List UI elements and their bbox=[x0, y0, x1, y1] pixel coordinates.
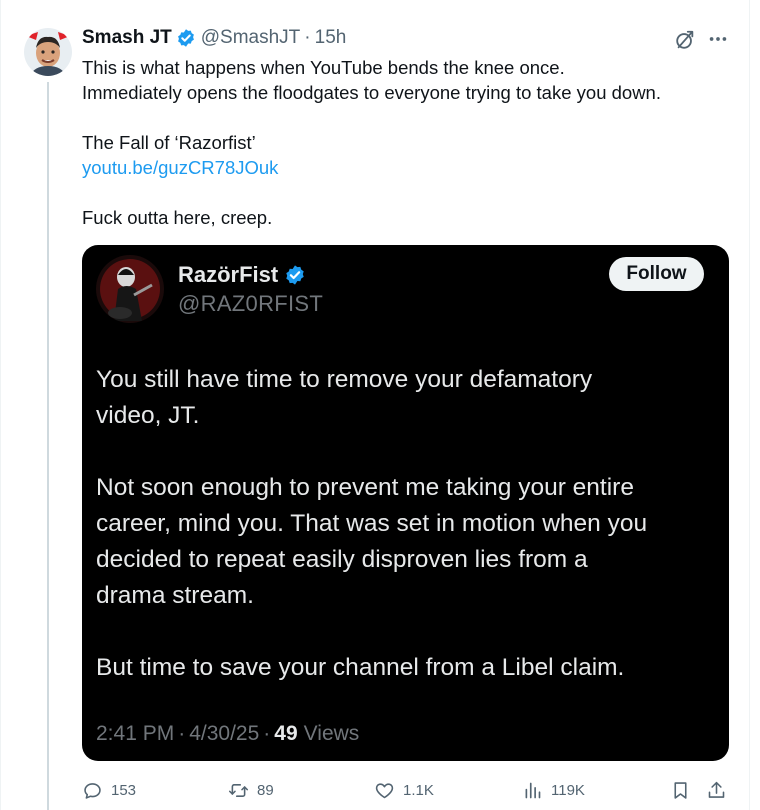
grok-icon[interactable] bbox=[674, 29, 696, 51]
reply-count: 153 bbox=[111, 781, 137, 799]
views-count: 119K bbox=[551, 781, 585, 799]
quoted-body: You still have time to remove your defam… bbox=[96, 362, 716, 686]
quoted-meta: 2:41 PM · 4/30/25 · 49 Views bbox=[96, 722, 359, 746]
tweet-link[interactable]: youtu.be/guzCR78JOuk bbox=[82, 155, 732, 180]
views-button[interactable]: 119K bbox=[522, 778, 585, 802]
quoted-line: You still have time to remove your defam… bbox=[96, 366, 593, 393]
tweet-line: This is what happens when YouTube bends … bbox=[82, 57, 565, 78]
more-icon[interactable] bbox=[707, 28, 729, 50]
follow-button: Follow bbox=[609, 257, 704, 291]
thread-line bbox=[47, 82, 49, 810]
repost-button[interactable]: 89 bbox=[228, 778, 274, 802]
quoted-line: decided to repeat easily disproven lies … bbox=[96, 546, 588, 573]
quoted-blank-line bbox=[96, 614, 716, 650]
bookmark-icon bbox=[674, 781, 687, 799]
quoted-line: career, mind you. That was set in motion… bbox=[96, 510, 648, 537]
quoted-meta-separator: · bbox=[178, 722, 186, 745]
like-button[interactable]: 1.1K bbox=[374, 778, 434, 802]
share-icon bbox=[708, 781, 725, 798]
tweet-line: Immediately opens the floodgates to ever… bbox=[82, 82, 661, 103]
retweet-icon bbox=[228, 783, 249, 797]
quoted-author-name: RazörFist bbox=[178, 262, 306, 288]
repost-count: 89 bbox=[257, 781, 274, 799]
quoted-line: Not soon enough to prevent me taking you… bbox=[96, 474, 634, 501]
reply-button[interactable]: 153 bbox=[82, 778, 136, 802]
quoted-meta-separator: · bbox=[263, 722, 271, 745]
author-avatar-image bbox=[24, 28, 72, 76]
frame-border-right bbox=[749, 0, 750, 810]
quoted-blank-line bbox=[96, 434, 716, 470]
quoted-avatar-image bbox=[96, 255, 164, 323]
quoted-author-handle: @RAZ0RFIST bbox=[178, 291, 324, 316]
quoted-line: video, JT. bbox=[96, 402, 200, 429]
author-name[interactable]: Smash JT bbox=[82, 27, 172, 49]
quoted-line: drama stream. bbox=[96, 582, 254, 609]
quoted-author-avatar bbox=[96, 255, 164, 323]
action-bar: 153 89 1.1K 119K bbox=[82, 778, 732, 802]
author-handle[interactable]: @SmashJT bbox=[201, 27, 301, 49]
tweet-line: Fuck outta here, creep. bbox=[82, 207, 273, 228]
share-button[interactable] bbox=[706, 778, 727, 802]
bar-chart-icon bbox=[525, 782, 541, 798]
header-separator: · bbox=[304, 27, 311, 48]
quoted-verified-badge-icon bbox=[286, 265, 304, 285]
tweet-line: The Fall of ‘Razorfist’ bbox=[82, 132, 256, 153]
like-count: 1.1K bbox=[403, 781, 434, 799]
bookmark-button[interactable] bbox=[670, 778, 691, 802]
heart-icon bbox=[375, 782, 394, 798]
tweet-body: This is what happens when YouTube bends … bbox=[82, 55, 732, 230]
verified-badge-icon bbox=[177, 29, 194, 47]
quoted-image-card[interactable]: RazörFist @RAZ0RFIST Follow You still ha… bbox=[82, 245, 729, 761]
frame-border-left bbox=[0, 0, 1, 810]
quoted-views-label: Views bbox=[303, 722, 360, 745]
reply-icon bbox=[84, 782, 101, 799]
tweet-header: Smash JT @SmashJT · 15h bbox=[82, 27, 346, 49]
quoted-time: 2:41 PM bbox=[96, 722, 175, 745]
quoted-views-count: 49 bbox=[274, 722, 298, 745]
quoted-name-text: RazörFist bbox=[178, 262, 279, 287]
quoted-line: But time to save your channel from a Lib… bbox=[96, 654, 625, 681]
tweet-time[interactable]: 15h bbox=[315, 27, 347, 49]
author-avatar[interactable] bbox=[24, 28, 72, 76]
quoted-date: 4/30/25 bbox=[189, 722, 260, 745]
